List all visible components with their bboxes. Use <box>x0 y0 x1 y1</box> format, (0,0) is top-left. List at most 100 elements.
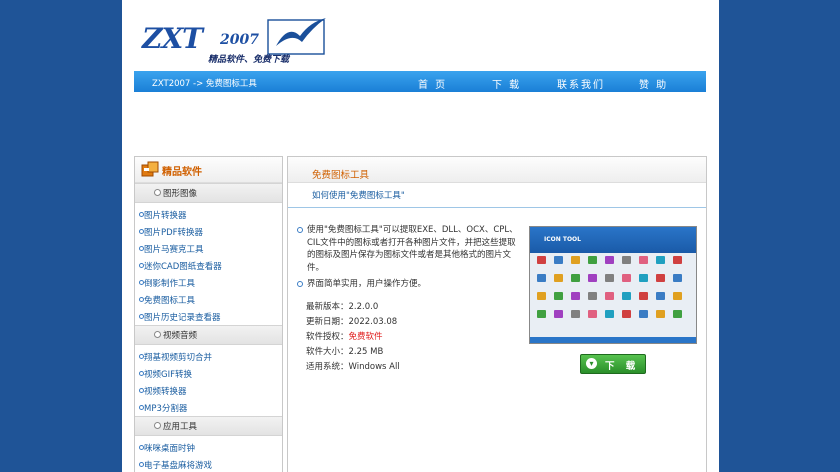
sidebar-item-video-cut[interactable]: 翔基视频剪切合并 <box>135 348 282 365</box>
sidebar-item-reflection[interactable]: 倒影制作工具 <box>135 274 282 291</box>
nav-home[interactable]: 首 页 <box>418 76 447 91</box>
screenshot-thumbnail <box>622 256 631 264</box>
top-navbar: ZXT2007 -> 免费图标工具 首 页 下 载 联系我们 赞 助 <box>134 71 706 92</box>
info-label: 软件授权： <box>306 332 349 342</box>
bullet-icon <box>154 422 161 429</box>
category-tools[interactable]: 应用工具 <box>135 416 282 436</box>
screenshot-titlebar: ICON TOOL <box>530 227 696 253</box>
logo-year: 2007 <box>220 32 259 48</box>
sidebar-item-cad-viewer[interactable]: 迷你CAD图纸查看器 <box>135 257 282 274</box>
screenshot-thumbnail <box>571 274 580 282</box>
sidebar-item-image-history[interactable]: 图片历史记录查看器 <box>135 308 282 325</box>
screenshot-thumbnail <box>571 310 580 318</box>
screenshot-thumbnail <box>622 274 631 282</box>
download-label: 下 载 <box>605 361 640 372</box>
screenshot-thumbnail <box>639 310 648 318</box>
category-label: 图形图像 <box>163 189 198 199</box>
site-logo[interactable]: ZXT 2007 精品软件、免费下载 <box>140 14 340 70</box>
screenshot-thumbnail <box>588 256 597 264</box>
sidebar-item-mp3-splitter[interactable]: MP3分割器 <box>135 399 282 416</box>
screenshot-statusbar <box>530 337 696 343</box>
screenshot-thumbnail <box>588 310 597 318</box>
screenshot-thumbnail <box>673 292 682 300</box>
info-value: Windows All <box>348 362 400 372</box>
download-button[interactable]: ▾ 下 载 <box>580 354 646 374</box>
info-value: 2.2.0.0 <box>348 302 379 312</box>
sidebar-item-desktop-clock[interactable]: 咪咪桌面时钟 <box>135 439 282 456</box>
sidebar-item-label: 图片PDF转换器 <box>144 228 204 238</box>
sidebar-item-label: 图片转换器 <box>144 211 187 221</box>
sidebar-item-mosaic[interactable]: 图片马赛克工具 <box>135 240 282 257</box>
sidebar-item-image-pdf[interactable]: 图片PDF转换器 <box>135 223 282 240</box>
info-label: 软件大小： <box>306 347 349 357</box>
screenshot-thumbnail <box>656 256 665 264</box>
screenshot-thumbnail <box>554 292 563 300</box>
software-info: 最新版本：2.2.0.0 更新日期：2022.03.08 软件授权：免费软件 软… <box>306 300 400 375</box>
screenshot-thumbnail <box>537 274 546 282</box>
app-screenshot[interactable]: ICON TOOL <box>529 226 697 344</box>
screenshot-thumbnail <box>605 256 614 264</box>
info-value: 2022.03.08 <box>348 317 398 327</box>
sidebar-item-video-gif[interactable]: 视频GIF转换 <box>135 365 282 382</box>
category-video-audio[interactable]: 视频音频 <box>135 325 282 345</box>
screenshot-thumbnail <box>673 256 682 264</box>
screenshot-thumbnail <box>673 274 682 282</box>
screenshot-thumbnail <box>639 274 648 282</box>
info-version: 最新版本：2.2.0.0 <box>306 300 400 315</box>
sidebar-item-label: 免费图标工具 <box>144 296 196 306</box>
screenshot-thumbnail <box>656 292 665 300</box>
sidebar-item-mahjong[interactable]: 电子基盘麻将游戏 <box>135 456 282 472</box>
screenshot-thumbnail <box>656 274 665 282</box>
screenshot-thumbnail <box>554 310 563 318</box>
sidebar-item-label: 图片历史记录查看器 <box>144 313 221 323</box>
screenshot-thumbnail <box>571 292 580 300</box>
sidebar-title: 精品软件 <box>162 167 202 178</box>
bullet-icon <box>154 331 161 338</box>
howto-link[interactable]: 如何使用"免费图标工具" <box>312 189 405 201</box>
nav-sponsor[interactable]: 赞 助 <box>639 76 668 91</box>
sidebar-item-label: 翔基视频剪切合并 <box>144 353 213 363</box>
software-box-icon <box>141 161 159 177</box>
screenshot-thumbnail <box>554 256 563 264</box>
screenshot-thumbnail <box>639 292 648 300</box>
breadcrumb: ZXT2007 -> 免费图标工具 <box>152 79 257 89</box>
page-container: ZXT 2007 精品软件、免费下载 ZXT2007 -> 免费图标工具 首 页… <box>122 0 719 472</box>
screenshot-thumbnail <box>673 310 682 318</box>
page-title: 免费图标工具 <box>312 170 370 181</box>
divider <box>288 207 706 208</box>
seagull-icon <box>267 18 326 55</box>
sidebar-item-label: 倒影制作工具 <box>144 279 196 289</box>
sidebar: 精品软件 图形图像 图片转换器 图片PDF转换器 图片马赛克工具 迷你CAD图纸… <box>134 156 283 472</box>
sidebar-item-label: 视频GIF转换 <box>144 370 192 380</box>
sidebar-item-label: 迷你CAD图纸查看器 <box>144 262 222 272</box>
screenshot-thumbnail <box>622 310 631 318</box>
download-arrow-icon: ▾ <box>586 358 597 369</box>
screenshot-thumbnail <box>571 256 580 264</box>
screenshot-thumbnail <box>588 274 597 282</box>
info-value: 免费软件 <box>348 332 383 342</box>
sidebar-item-icon-tool[interactable]: 免费图标工具 <box>135 291 282 308</box>
bullet-icon <box>154 189 161 196</box>
sidebar-header: 精品软件 <box>135 157 282 183</box>
sidebar-item-label: 图片马赛克工具 <box>144 245 204 255</box>
info-value: 2.25 MB <box>348 347 384 357</box>
bullet-icon <box>297 281 303 287</box>
screenshot-thumbnail <box>622 292 631 300</box>
category-graphics[interactable]: 图形图像 <box>135 183 282 203</box>
info-size: 软件大小：2.25 MB <box>306 345 400 360</box>
sidebar-item-label: 视频转换器 <box>144 387 187 397</box>
nav-contact[interactable]: 联系我们 <box>557 76 605 91</box>
sidebar-item-image-converter[interactable]: 图片转换器 <box>135 206 282 223</box>
screenshot-thumbnail <box>605 292 614 300</box>
screenshot-thumbnail <box>588 292 597 300</box>
description-text: 使用"免费图标工具"可以提取EXE、DLL、OCX、CPL、CIL文件中的图标或… <box>307 225 518 273</box>
category-label: 视频音频 <box>163 331 198 341</box>
sidebar-item-video-converter[interactable]: 视频转换器 <box>135 382 282 399</box>
screenshot-thumbnail <box>605 274 614 282</box>
screenshot-thumbnail <box>537 256 546 264</box>
description: 使用"免费图标工具"可以提取EXE、DLL、OCX、CPL、CIL文件中的图标或… <box>297 224 522 295</box>
bullet-icon <box>297 227 303 233</box>
screenshot-thumbnail <box>537 310 546 318</box>
category-label: 应用工具 <box>163 422 198 432</box>
nav-download[interactable]: 下 载 <box>492 76 521 91</box>
